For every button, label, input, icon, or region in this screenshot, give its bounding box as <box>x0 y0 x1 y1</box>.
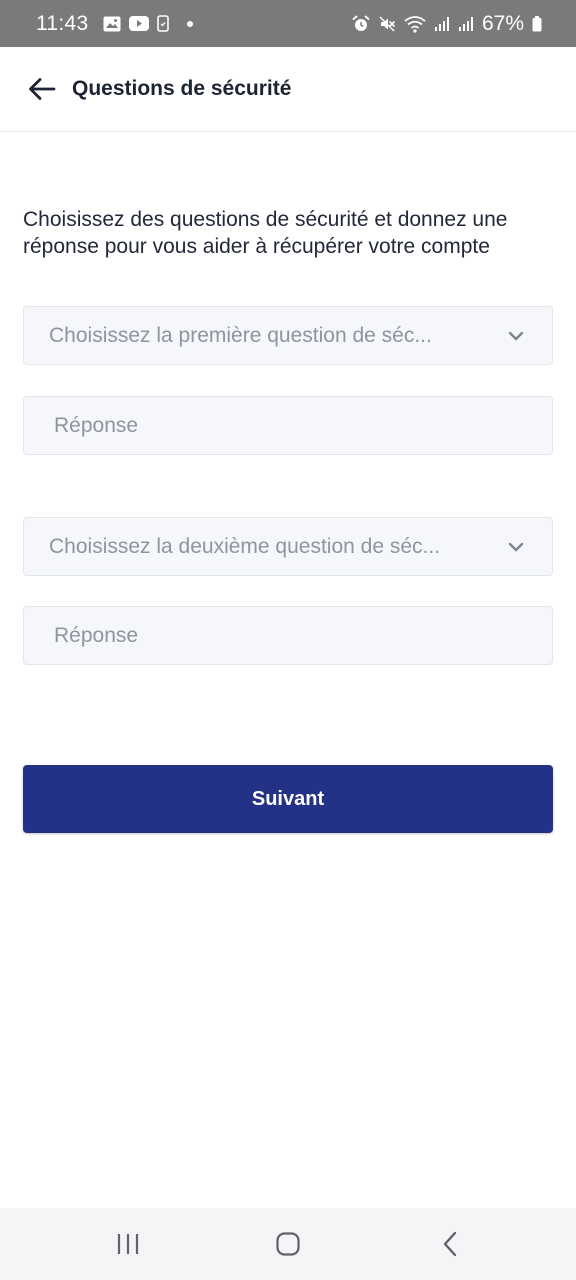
chevron-down-icon <box>506 326 526 346</box>
page-title: Questions de sécurité <box>72 77 292 100</box>
home-button[interactable] <box>268 1226 308 1266</box>
recents-button[interactable] <box>108 1226 148 1266</box>
mute-icon <box>378 15 396 33</box>
home-icon <box>276 1231 300 1261</box>
first-answer-field <box>23 396 553 455</box>
status-right: 67% <box>352 12 542 36</box>
wifi-icon <box>404 15 426 33</box>
battery-icon <box>532 15 542 32</box>
clipboard-icon <box>156 15 169 32</box>
youtube-icon <box>128 16 149 31</box>
notification-dot <box>186 20 193 27</box>
back-icon <box>442 1231 458 1262</box>
first-answer-input[interactable] <box>24 397 552 454</box>
status-time: 11:43 <box>36 11 89 35</box>
second-answer-field <box>23 606 553 665</box>
arrow-left-icon <box>28 77 56 106</box>
system-back-button[interactable] <box>430 1226 470 1266</box>
first-question-placeholder: Choisissez la première question de séc..… <box>49 323 432 347</box>
description-text: Choisissez des questions de sécurité et … <box>23 208 508 258</box>
back-button[interactable] <box>22 71 62 111</box>
battery-percentage: 67% <box>481 11 524 35</box>
next-button[interactable]: Suivant <box>23 765 553 833</box>
app-bar: Questions de sécurité <box>0 47 576 132</box>
first-question-select[interactable]: Choisissez la première question de séc..… <box>23 306 553 365</box>
signal-icon <box>458 16 474 32</box>
gallery-icon <box>103 16 121 32</box>
second-question-select[interactable]: Choisissez la deuxième question de séc..… <box>23 517 553 576</box>
alarm-icon <box>352 15 370 33</box>
status-bar: 11:43 67% <box>0 0 576 47</box>
signal-icon <box>434 16 450 32</box>
second-question-placeholder: Choisissez la deuxième question de séc..… <box>49 534 441 558</box>
recents-icon <box>116 1233 140 1260</box>
status-left: 11:43 <box>36 12 193 36</box>
navigation-bar <box>0 1208 576 1280</box>
chevron-down-icon <box>506 537 526 557</box>
second-answer-input[interactable] <box>24 607 552 664</box>
